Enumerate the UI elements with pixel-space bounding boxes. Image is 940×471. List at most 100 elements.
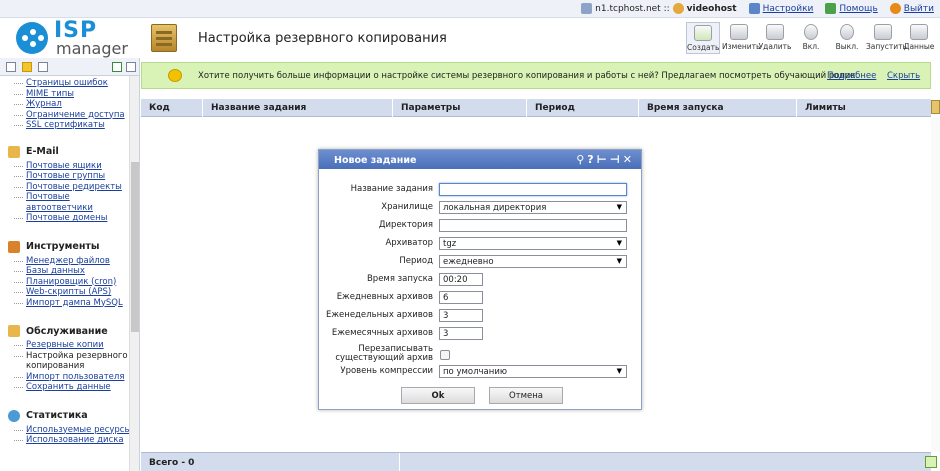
row-daily: Ежедневных архивов 6: [319, 291, 643, 307]
expand-all-icon[interactable]: [112, 62, 122, 72]
statistics-links: Используемые ресурсы Использование диска: [0, 425, 139, 446]
archiver-select[interactable]: tgz: [439, 237, 627, 250]
period-label: Период: [399, 256, 433, 266]
logo-icon: [16, 22, 48, 54]
start-time-label: Время запуска: [366, 274, 433, 284]
power-icon: [889, 3, 901, 14]
run-button[interactable]: Запустить: [866, 22, 907, 54]
sidebar-item-save-data[interactable]: Сохранить данные: [12, 382, 139, 393]
column-start-time[interactable]: Время запуска: [639, 99, 797, 117]
sidebar-group-maintenance[interactable]: Обслуживание: [0, 322, 139, 340]
help-link[interactable]: Помощь: [825, 3, 878, 14]
tools-links: Менеджер файлов Базы данных Планировщик …: [0, 256, 139, 309]
settings-link[interactable]: Настройки: [748, 3, 814, 14]
storage-select[interactable]: локальная директория: [439, 201, 627, 214]
close-icon[interactable]: ✕: [623, 153, 635, 166]
column-parameters[interactable]: Параметры: [393, 99, 527, 117]
sidebar-item-mailboxes[interactable]: Почтовые ящики: [12, 161, 139, 172]
logout-link-text[interactable]: Выйти: [904, 4, 934, 14]
overwrite-checkbox[interactable]: [440, 350, 450, 360]
daily-archives-label: Ежедневных архивов: [336, 292, 433, 302]
home-icon[interactable]: [38, 62, 48, 72]
sidebar-item-databases[interactable]: Базы данных: [12, 266, 139, 277]
row-overwrite: Перезаписывать существующий архив: [319, 345, 643, 365]
row-archiver: Архиватор tgz: [319, 237, 643, 253]
page-title: Настройка резервного копирования: [198, 31, 447, 46]
list-icon[interactable]: [6, 62, 16, 72]
table-scrollbar[interactable]: [931, 118, 940, 452]
banner-more-link[interactable]: Подробнее: [827, 71, 876, 81]
column-code[interactable]: Код: [141, 99, 203, 117]
sidebar-group-statistics[interactable]: Статистика: [0, 407, 139, 425]
sidebar-item-resources[interactable]: Используемые ресурсы: [12, 425, 139, 436]
column-settings-icon[interactable]: [931, 100, 940, 114]
sidebar-group-email[interactable]: E-Mail: [0, 143, 139, 161]
sidebar-item-cron[interactable]: Планировщик (cron): [12, 277, 139, 288]
data-button[interactable]: Данные: [902, 22, 936, 54]
delete-button[interactable]: Удалить: [758, 22, 792, 54]
sidebar-item-mail-domains[interactable]: Почтовые домены: [12, 213, 139, 224]
sidebar-item-file-manager[interactable]: Менеджер файлов: [12, 256, 139, 267]
period-select[interactable]: ежедневно: [439, 255, 627, 268]
sidebar-item-log[interactable]: Журнал: [12, 99, 139, 110]
sidebar-item-mail-redirects[interactable]: Почтовые редиректы: [12, 182, 139, 193]
host-info: n1.tcphost.net :: videohost: [581, 3, 737, 14]
email-links: Почтовые ящики Почтовые группы Почтовые …: [0, 161, 139, 224]
sidebar-item-backups[interactable]: Резервные копии: [12, 340, 139, 351]
help-link-text[interactable]: Помощь: [839, 4, 877, 14]
column-task-name[interactable]: Название задания: [203, 99, 393, 117]
column-period[interactable]: Период: [527, 99, 639, 117]
isp-manager-logo[interactable]: ISP manager: [16, 18, 128, 58]
favorites-icon[interactable]: [22, 62, 32, 72]
sidebar-item-mime-types[interactable]: MIME типы: [12, 89, 139, 100]
sidebar: Страницы ошибок MIME типы Журнал Огранич…: [0, 58, 140, 471]
row-monthly: Ежемесячных архивов 3: [319, 327, 643, 343]
banner-hide-link[interactable]: Скрыть: [887, 71, 920, 81]
sidebar-item-access-restriction[interactable]: Ограничение доступа: [12, 110, 139, 121]
sidebar-item-mysql-import[interactable]: Импорт дампа MySQL: [12, 298, 139, 309]
weekly-archives-input[interactable]: 3: [439, 309, 483, 322]
help-icon[interactable]: ?: [587, 153, 596, 166]
ok-button[interactable]: Ok: [401, 387, 475, 404]
sidebar-scrollbar[interactable]: [129, 76, 139, 471]
task-name-input[interactable]: [439, 183, 627, 196]
bulb-on-icon: [804, 24, 818, 40]
logout-link[interactable]: Выйти: [889, 3, 934, 14]
create-button[interactable]: Создать: [686, 22, 720, 54]
directory-input[interactable]: [439, 219, 627, 232]
sidebar-item-error-pages[interactable]: Страницы ошибок: [12, 78, 139, 89]
sidebar-item-ssl[interactable]: SSL сертификаты: [12, 120, 139, 131]
info-banner: Хотите получить больше информации о наст…: [141, 62, 931, 89]
sidebar-item-user-import[interactable]: Импорт пользователя: [12, 372, 139, 383]
maximize-icon[interactable]: ⊢⊣: [597, 153, 623, 166]
web-server-links: Страницы ошибок MIME типы Журнал Огранич…: [0, 78, 139, 131]
collapse-all-icon[interactable]: [126, 62, 136, 72]
sidebar-group-tools[interactable]: Инструменты: [0, 238, 139, 256]
enable-button[interactable]: Вкл.: [794, 22, 828, 54]
sidebar-item-autoresponders[interactable]: Почтовые автоответчики: [12, 192, 139, 213]
pin-icon[interactable]: ⚲: [576, 153, 587, 166]
sidebar-scrollbar-thumb[interactable]: [131, 162, 139, 332]
sidebar-item-mail-groups[interactable]: Почтовые группы: [12, 171, 139, 182]
sidebar-item-disk-usage[interactable]: Использование диска: [12, 435, 139, 446]
new-task-dialog: Новое задание ⚲?⊢⊣✕ Название задания Хра…: [318, 149, 642, 410]
maintenance-links: Резервные копии Настройка резервного коп…: [0, 340, 139, 393]
cancel-button[interactable]: Отмена: [489, 387, 563, 404]
overwrite-label-line2: существующий архив: [335, 353, 433, 363]
row-start-time: Время запуска 00:20: [319, 273, 643, 289]
banner-text: Хотите получить больше информации о наст…: [198, 71, 859, 81]
disable-button[interactable]: Выкл.: [830, 22, 864, 54]
column-limits[interactable]: Лимиты: [797, 99, 931, 117]
compression-select[interactable]: по умолчанию: [439, 365, 627, 378]
sidebar-item-web-scripts[interactable]: Web-скрипты (APS): [12, 287, 139, 298]
settings-link-text[interactable]: Настройки: [763, 4, 814, 14]
header: ISP manager Настройка резервного копиров…: [0, 18, 940, 58]
edit-button[interactable]: Изменить: [722, 22, 760, 54]
monthly-archives-input[interactable]: 3: [439, 327, 483, 340]
play-icon: [874, 24, 892, 40]
start-time-input[interactable]: 00:20: [439, 273, 483, 286]
export-icon[interactable]: [925, 456, 937, 468]
compression-value: по умолчанию: [443, 367, 508, 377]
daily-archives-input[interactable]: 6: [439, 291, 483, 304]
sidebar-item-backup-settings[interactable]: Настройка резервного копирования: [12, 351, 139, 372]
